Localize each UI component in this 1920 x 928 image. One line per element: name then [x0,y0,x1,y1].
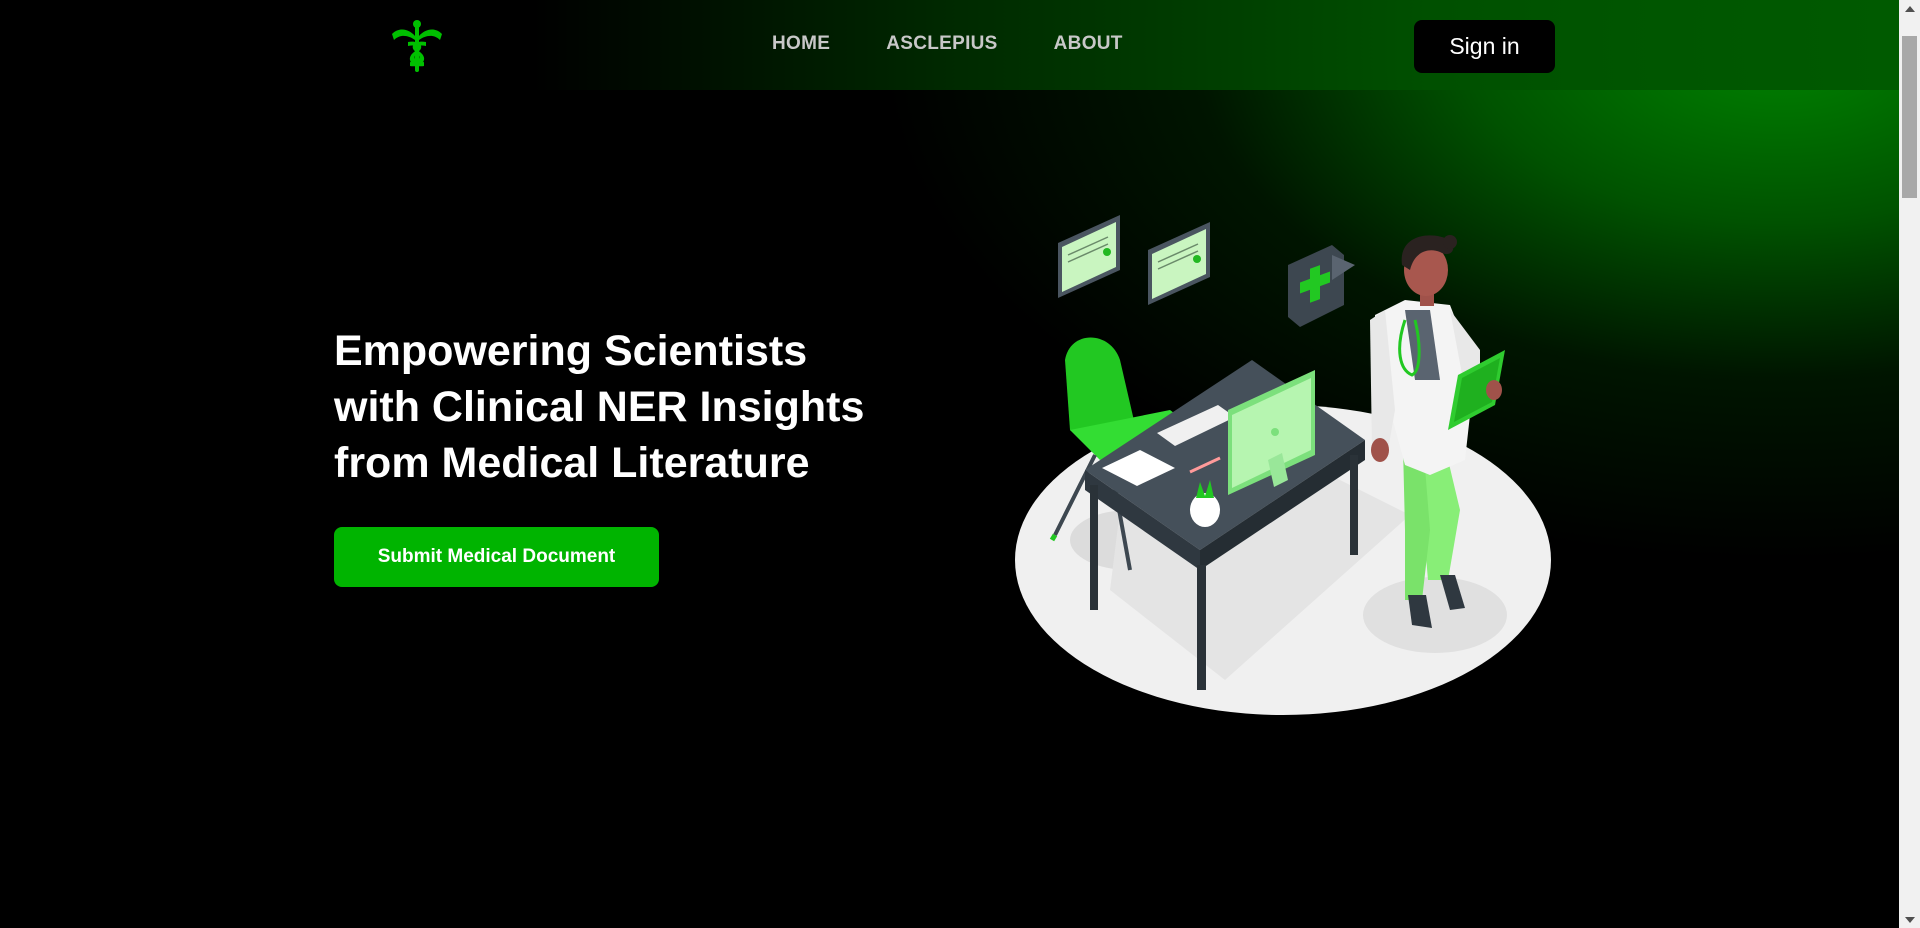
submit-medical-document-button[interactable]: Submit Medical Document [334,527,659,587]
navbar: HOME ASCLEPIUS ABOUT Sign in [0,0,1899,90]
nav-link-asclepius[interactable]: ASCLEPIUS [886,33,997,55]
doctor-at-desk-illustration [1010,210,1570,720]
caduceus-icon[interactable] [388,18,446,76]
nav-links: HOME ASCLEPIUS ABOUT [772,33,1123,55]
scrollbar-thumb[interactable] [1902,36,1917,198]
scroll-down-icon[interactable] [1899,911,1920,928]
certificate-left [1058,215,1120,298]
hero-title-line-1: Empowering Scientists [334,327,808,375]
background-gradient [0,0,1899,928]
scroll-up-icon[interactable] [1899,0,1920,17]
certificate-right [1148,222,1210,305]
nav-link-about[interactable]: ABOUT [1054,33,1123,55]
sign-in-button[interactable]: Sign in [1414,20,1555,73]
vertical-scrollbar[interactable] [1899,0,1920,928]
medical-cross-sign [1288,245,1355,327]
hero-title-line-3: from Medical Literature [334,439,810,487]
hero-title-line-2: with Clinical NER Insights [334,383,865,431]
nav-link-home[interactable]: HOME [772,33,830,55]
hero-title: Empowering Scientists with Clinical NER … [334,323,934,491]
